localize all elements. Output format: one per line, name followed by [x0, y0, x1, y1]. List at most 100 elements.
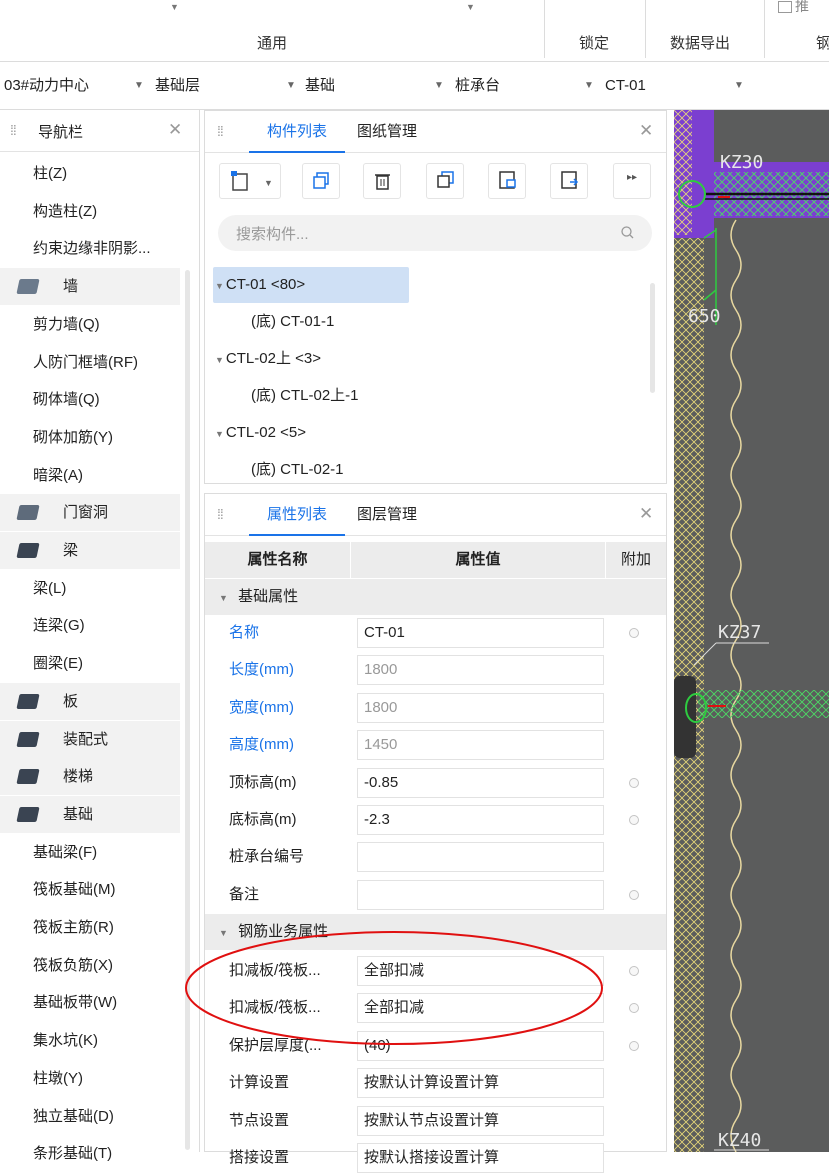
- nav-category[interactable]: 基础: [0, 795, 180, 833]
- nav-item[interactable]: 构造柱(Z): [0, 193, 180, 230]
- export-button[interactable]: [550, 163, 588, 199]
- nav-item-label: 基础: [63, 805, 94, 823]
- extra-checkbox[interactable]: [629, 1040, 639, 1051]
- property-value-field[interactable]: [357, 842, 604, 873]
- extra-checkbox[interactable]: [629, 628, 639, 638]
- property-value-field[interactable]: 1800: [357, 655, 604, 686]
- tree-node[interactable]: (底) CT-01-1: [251, 304, 334, 340]
- property-value-field[interactable]: 1450: [357, 730, 604, 761]
- chevron-down-icon[interactable]: ▼: [215, 281, 224, 291]
- extra-checkbox[interactable]: [629, 1003, 639, 1014]
- nav-item[interactable]: 筏板负筋(X): [0, 947, 180, 984]
- component-selector[interactable]: CT-01 ▼: [605, 62, 750, 110]
- close-icon[interactable]: ✕: [168, 120, 182, 140]
- tree-node[interactable]: (底) CTL-02上-1: [251, 378, 359, 414]
- property-value-field[interactable]: -0.85: [357, 767, 604, 798]
- close-icon[interactable]: ✕: [639, 121, 653, 141]
- tree-node[interactable]: ▼ CT-01 <80>: [213, 267, 409, 303]
- property-value-field[interactable]: 按默认搭接设置计算: [357, 1143, 604, 1173]
- nav-item[interactable]: 圈梁(E): [0, 645, 180, 682]
- nav-category[interactable]: 板: [0, 682, 180, 720]
- nav-item[interactable]: 柱(Z): [0, 155, 180, 192]
- nav-item[interactable]: 梁(L): [0, 570, 180, 607]
- project-selector[interactable]: 03#动力中心 ▼: [4, 62, 152, 110]
- property-name: 备注: [229, 885, 260, 903]
- nav-item[interactable]: 独立基础(D): [0, 1098, 180, 1135]
- ribbon-group-rebar: 钢: [816, 35, 829, 52]
- ribbon-group-export: 数据导出: [670, 35, 731, 52]
- nav-item[interactable]: 筏板主筋(R): [0, 909, 180, 946]
- nav-item[interactable]: 人防门框墙(RF): [0, 344, 180, 381]
- nav-item[interactable]: 暗梁(A): [0, 457, 180, 494]
- tree-node[interactable]: ▼ CTL-02 <5>: [213, 415, 306, 451]
- property-value-field[interactable]: CT-01: [357, 618, 604, 648]
- nav-item[interactable]: 剪力墙(Q): [0, 306, 180, 343]
- header-property-value: 属性值: [351, 542, 605, 578]
- search-input[interactable]: 搜索构件...: [218, 215, 652, 251]
- type-selector-value: 桩承台: [455, 77, 501, 94]
- chevron-down-icon[interactable]: ▼: [215, 429, 224, 439]
- tab-drawing-management[interactable]: 图纸管理: [357, 111, 417, 153]
- nav-category[interactable]: 楼梯: [0, 758, 180, 796]
- drag-grip-icon[interactable]: ⁞⁞: [217, 506, 224, 522]
- drag-grip-icon[interactable]: ⁞⁞: [217, 123, 224, 139]
- duplicate-button[interactable]: [426, 163, 464, 199]
- navigation-panel: ⁞⁞ 导航栏 ✕ 柱(Z) 构造柱(Z) 约束边缘非阴影... 墙剪力墙(Q) 人防门框…: [0, 110, 200, 1162]
- tree-scrollbar[interactable]: [650, 283, 655, 393]
- nav-item[interactable]: 柱墩(Y): [0, 1060, 180, 1097]
- tree-node[interactable]: ▼ CTL-02上 <3>: [213, 341, 321, 377]
- tree-node[interactable]: (底) CTL-02-1: [251, 452, 344, 488]
- tab-property-list[interactable]: 属性列表: [249, 494, 345, 536]
- nav-category[interactable]: 墙: [0, 268, 180, 306]
- import-button[interactable]: [488, 163, 526, 199]
- property-value-field[interactable]: 按默认节点设置计算: [357, 1105, 604, 1136]
- nav-item[interactable]: 筏板基础(M): [0, 871, 180, 908]
- nav-category[interactable]: 梁: [0, 532, 180, 569]
- type-selector[interactable]: 桩承台 ▼: [455, 62, 600, 110]
- new-file-icon: ▼: [231, 171, 273, 191]
- more-button[interactable]: ▸▸: [613, 163, 651, 199]
- delete-button[interactable]: [363, 163, 401, 199]
- nav-item[interactable]: 集水坑(K): [0, 1022, 180, 1059]
- property-value-field[interactable]: 按默认计算设置计算: [357, 1068, 604, 1099]
- property-value-field[interactable]: [357, 879, 604, 910]
- extra-checkbox[interactable]: [629, 966, 639, 976]
- nav-item-label: 连梁(G): [33, 617, 85, 635]
- dropdown-arrow-icon[interactable]: ▼: [170, 2, 179, 12]
- ribbon: ▼ ▼ 通用 锁定 数据导出 钢 推: [0, 0, 829, 62]
- nav-item[interactable]: 砌体加筋(Y): [0, 419, 180, 456]
- nav-item[interactable]: 条形基础(T): [0, 1135, 180, 1172]
- wall-icon: [16, 279, 40, 295]
- property-value-field[interactable]: 1800: [357, 692, 604, 723]
- close-icon[interactable]: ✕: [639, 504, 653, 524]
- project-selector-value: 03#动力中心: [4, 77, 90, 94]
- drawing-canvas[interactable]: KZ30 650 KZ37 KZ40: [674, 110, 829, 1152]
- drag-grip-icon[interactable]: ⁞⁞: [10, 122, 17, 138]
- group-row-basic[interactable]: ▼ 基础属性: [205, 579, 666, 615]
- nav-item-label: 基础梁(F): [33, 843, 98, 861]
- property-panel-header: ⁞⁞ 属性列表 图层管理 ✕: [205, 494, 666, 536]
- nav-item[interactable]: 基础板带(W): [0, 984, 180, 1021]
- floor-selector[interactable]: 基础层 ▼: [155, 62, 300, 110]
- component-list-panel: ⁞⁞ 构件列表 图纸管理 ✕ ▼ ▸▸ 搜索构件... ▼ CT-01 <80> (…: [204, 110, 667, 484]
- nav-category[interactable]: 门窗洞: [0, 494, 180, 532]
- tree-node-label: (底) CT-01-1: [251, 313, 335, 330]
- nav-item[interactable]: 基础梁(F): [0, 834, 180, 871]
- copy-button[interactable]: [302, 163, 340, 199]
- extra-checkbox[interactable]: [629, 889, 639, 900]
- new-component-button[interactable]: ▼: [219, 163, 281, 199]
- chevron-down-icon[interactable]: ▼: [215, 355, 224, 365]
- category-selector[interactable]: 基础 ▼: [305, 62, 450, 110]
- property-value-field[interactable]: -2.3: [357, 805, 604, 835]
- label-kz37: KZ37: [718, 622, 761, 643]
- tab-layer-management[interactable]: 图层管理: [357, 494, 417, 536]
- nav-category[interactable]: 装配式: [0, 720, 180, 758]
- extra-checkbox[interactable]: [629, 815, 639, 825]
- nav-item[interactable]: 连梁(G): [0, 607, 180, 644]
- nav-item[interactable]: 砌体墙(Q): [0, 381, 180, 418]
- dropdown-arrow-icon[interactable]: ▼: [466, 2, 475, 12]
- extra-checkbox[interactable]: [629, 777, 639, 788]
- nav-item[interactable]: 约束边缘非阴影...: [0, 230, 180, 267]
- ribbon-top-button[interactable]: 推: [778, 0, 809, 16]
- tab-component-list[interactable]: 构件列表: [249, 111, 345, 153]
